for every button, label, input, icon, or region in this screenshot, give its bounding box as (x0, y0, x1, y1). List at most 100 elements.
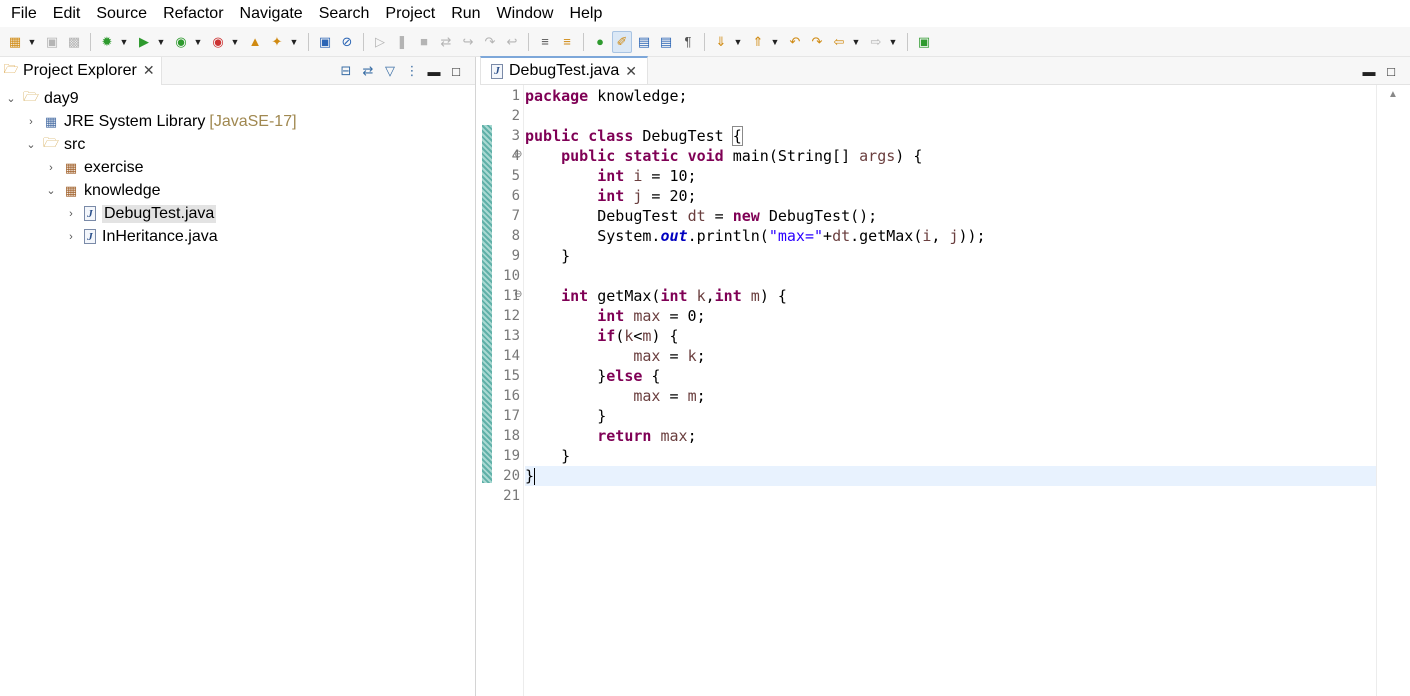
external-tools-dropdown-icon[interactable]: ▼ (229, 31, 241, 53)
step-over-icon[interactable]: ↷ (480, 31, 500, 53)
forward-history-icon[interactable]: ↷ (807, 31, 827, 53)
close-icon[interactable]: ✕ (143, 62, 155, 79)
resume-icon[interactable]: ▷ (370, 31, 390, 53)
minimize-icon[interactable]: ▬ (1358, 61, 1380, 81)
chevron-right-icon[interactable]: › (44, 162, 58, 174)
previous-annotation-dropdown-icon[interactable]: ▼ (769, 31, 781, 53)
vertical-scrollbar[interactable]: ▲ (1376, 85, 1410, 696)
save-all-icon[interactable]: ▩ (64, 31, 84, 53)
code-line[interactable]: } (525, 446, 1376, 466)
forward-dropdown-icon[interactable]: ▼ (887, 31, 899, 53)
menu-run[interactable]: Run (443, 0, 488, 27)
new-dropdown-icon[interactable]: ▼ (26, 31, 38, 53)
new-icon[interactable]: ▦ (5, 31, 25, 53)
code-line[interactable]: }else { (525, 366, 1376, 386)
forward-icon[interactable]: ⇨ (866, 31, 886, 53)
tree-item-src[interactable]: ⌄ 🗁 src (0, 133, 475, 156)
breadcrumb-icon[interactable]: ● (590, 31, 610, 53)
task-icon[interactable]: ▣ (315, 31, 335, 53)
menu-help[interactable]: Help (561, 0, 610, 27)
code-line[interactable] (525, 486, 1376, 506)
debug-icon[interactable]: ✹ (97, 31, 117, 53)
chevron-right-icon[interactable]: › (24, 116, 38, 128)
disconnect-icon[interactable]: ⇄ (436, 31, 456, 53)
back-icon[interactable]: ⇦ (829, 31, 849, 53)
code-line[interactable]: int i = 10; (525, 166, 1376, 186)
minimize-icon[interactable]: ▬ (423, 61, 445, 81)
tree-item-inheritance-java[interactable]: › J InHeritance.java (0, 225, 475, 248)
chevron-down-icon[interactable]: ⌄ (4, 92, 18, 105)
maximize-icon[interactable]: □ (1380, 61, 1402, 81)
step-return-icon[interactable]: ↩ (502, 31, 522, 53)
chevron-down-icon[interactable]: ⌄ (24, 138, 38, 151)
view-menu-icon[interactable]: ⋮ (401, 61, 423, 81)
code-line[interactable]: max = m; (525, 386, 1376, 406)
menu-file[interactable]: File (3, 0, 45, 27)
external-tools-icon[interactable]: ◉ (208, 31, 228, 53)
save-icon[interactable]: ▣ (42, 31, 62, 53)
menu-refactor[interactable]: Refactor (155, 0, 231, 27)
code-line[interactable] (525, 266, 1376, 286)
close-icon[interactable]: ✕ (625, 63, 637, 80)
code-line[interactable]: int max = 0; (525, 306, 1376, 326)
show-source-icon[interactable]: ▤ (656, 31, 676, 53)
code-line[interactable] (525, 106, 1376, 126)
filter-icon[interactable]: ▽ (379, 61, 401, 81)
code-line[interactable]: } (525, 246, 1376, 266)
search-dropdown-icon[interactable]: ▼ (288, 31, 300, 53)
chevron-right-icon[interactable]: › (64, 231, 78, 243)
code-area[interactable]: package knowledge; public class DebugTest… (525, 85, 1376, 506)
tree-item-debugtest-java[interactable]: › J DebugTest.java (0, 202, 475, 225)
menu-project[interactable]: Project (377, 0, 443, 27)
step-into-icon[interactable]: ↪ (458, 31, 478, 53)
next-annotation-icon[interactable]: ⇓ (711, 31, 731, 53)
code-line[interactable]: if(k<m) { (525, 326, 1376, 346)
run-icon[interactable]: ▶ (134, 31, 154, 53)
project-explorer-tab[interactable]: 🗁 Project Explorer ✕ (0, 56, 162, 85)
tree-item-jre-system-library[interactable]: › ▦ JRE System Library [JavaSE-17] (0, 110, 475, 133)
mark-occurrences-icon[interactable]: ≡ (557, 31, 577, 53)
code-line[interactable]: int j = 20; (525, 186, 1376, 206)
code-line[interactable]: public static void main(String[] args) { (525, 146, 1376, 166)
search-icon[interactable]: ✦ (267, 31, 287, 53)
scroll-up-icon[interactable]: ▲ (1388, 89, 1398, 100)
code-line[interactable]: int getMax(int k,int m) { (525, 286, 1376, 306)
previous-annotation-icon[interactable]: ⇑ (748, 31, 768, 53)
fold-collapse-icon[interactable]: ⊖ (514, 289, 522, 300)
maximize-icon[interactable]: □ (445, 61, 467, 81)
last-edit-icon[interactable]: ↶ (785, 31, 805, 53)
code-line[interactable]: public class DebugTest { (525, 126, 1376, 146)
toggle-block-icon[interactable]: ≡ (535, 31, 555, 53)
run-coverage-icon[interactable]: ◉ (171, 31, 191, 53)
tree-item-knowledge[interactable]: ⌄ ▦ knowledge (0, 179, 475, 202)
next-annotation-dropdown-icon[interactable]: ▼ (732, 31, 744, 53)
perspective-icon[interactable]: ▣ (914, 31, 934, 53)
debug-dropdown-icon[interactable]: ▼ (118, 31, 130, 53)
editor-tab-debugtest[interactable]: J DebugTest.java ✕ (480, 56, 649, 84)
code-line[interactable]: } (525, 406, 1376, 426)
code-line[interactable]: System.out.println("max="+dt.getMax(i, j… (525, 226, 1376, 246)
chevron-right-icon[interactable]: › (64, 208, 78, 220)
menu-search[interactable]: Search (311, 0, 378, 27)
block-selection-icon[interactable]: ▤ (634, 31, 654, 53)
run-dropdown-icon[interactable]: ▼ (155, 31, 167, 53)
chevron-down-icon[interactable]: ⌄ (44, 184, 58, 197)
menu-edit[interactable]: Edit (45, 0, 89, 27)
terminate-icon[interactable]: ■ (414, 31, 434, 53)
code-line[interactable]: } (525, 466, 1376, 486)
open-type-icon[interactable]: ▲ (245, 31, 265, 53)
code-editor[interactable]: 1 2 3 4 5 6 7 8 9 10 11 12 13 14 15 16 17 18 19 20 21 packag… (480, 85, 1410, 696)
menu-navigate[interactable]: Navigate (232, 0, 311, 27)
tree-item-day9[interactable]: ⌄ 🗁 day9 (0, 87, 475, 110)
fold-collapse-icon[interactable]: ⊖ (514, 149, 522, 160)
whitespace-icon[interactable]: ¶ (678, 31, 698, 53)
collapse-all-icon[interactable]: ⊟ (335, 61, 357, 81)
coverage-dropdown-icon[interactable]: ▼ (192, 31, 204, 53)
menu-source[interactable]: Source (88, 0, 155, 27)
link-with-editor-icon[interactable]: ⇄ (357, 61, 379, 81)
code-line[interactable]: DebugTest dt = new DebugTest(); (525, 206, 1376, 226)
word-wrap-icon[interactable]: ✐ (612, 30, 632, 53)
tree-item-exercise[interactable]: › ▦ exercise (0, 156, 475, 179)
suspend-icon[interactable]: ❚ (392, 31, 412, 53)
code-line[interactable]: package knowledge; (525, 86, 1376, 106)
